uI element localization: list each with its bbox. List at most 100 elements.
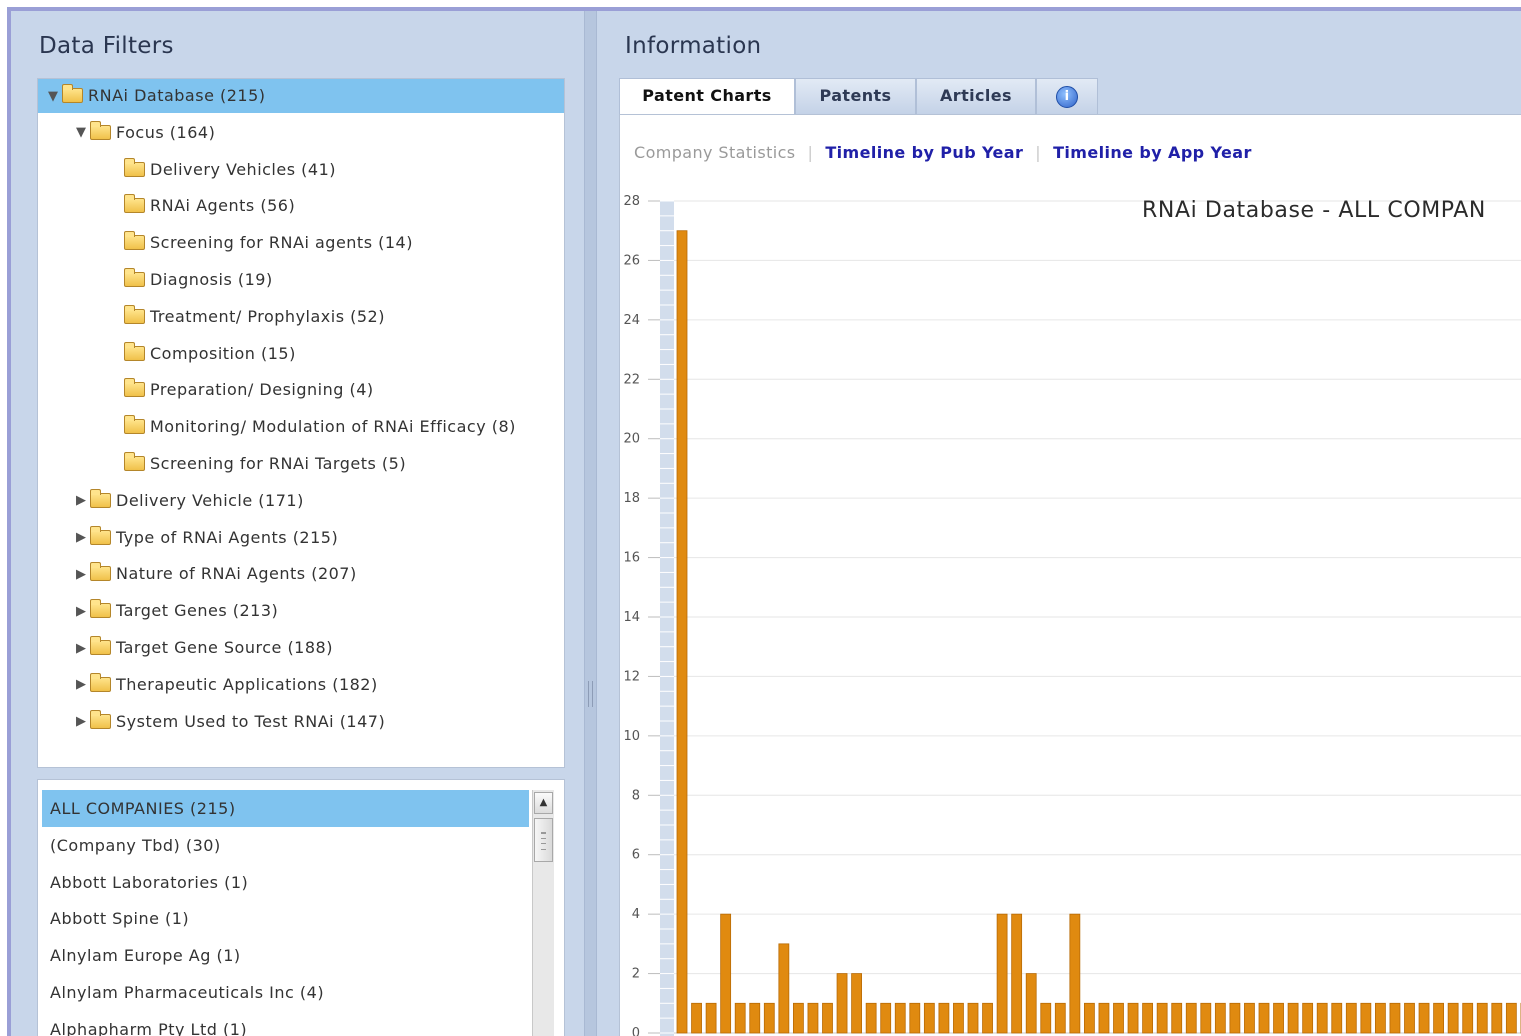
expand-down-icon[interactable]: ▼ — [48, 80, 62, 114]
tree-node[interactable]: ▶ System Used to Test RNAi (147) — [76, 705, 385, 739]
expand-right-icon[interactable]: ▶ — [76, 595, 90, 629]
tab-info[interactable]: i — [1036, 78, 1098, 114]
tree-node-label: Target Gene Source (188) — [116, 638, 333, 657]
chart-bar — [880, 1002, 892, 1034]
expand-right-icon[interactable]: ▶ — [76, 668, 90, 702]
info-icon: i — [1056, 85, 1078, 108]
chart-bar — [1156, 1002, 1168, 1034]
y-tick-label: 10 — [623, 729, 640, 744]
folder-icon — [124, 378, 145, 398]
folder-icon — [124, 304, 145, 324]
tree-node[interactable]: RNAi Agents (56) — [124, 189, 295, 223]
chart-bar — [1214, 1002, 1226, 1034]
tree-node[interactable]: Treatment/ Prophylaxis (52) — [124, 300, 385, 334]
company-list-item[interactable]: ALL COMPANIES (215) — [42, 790, 529, 827]
y-tick-label: 2 — [632, 967, 640, 982]
chart-bar — [1476, 1002, 1488, 1034]
tree-node[interactable]: Preparation/ Designing (4) — [124, 373, 374, 407]
chart-bar — [836, 973, 848, 1034]
filter-tree: ▼ RNAi Database (215) ▼ Focus (164) Delivery… — [37, 78, 565, 768]
folder-icon — [124, 415, 145, 435]
chart-bar — [1273, 1002, 1284, 1034]
chart-bar — [1025, 973, 1037, 1034]
chart-bar — [763, 1002, 775, 1034]
company-list-item[interactable]: (Company Tbd) (30) — [38, 827, 538, 864]
scrollbar-thumb[interactable] — [534, 818, 553, 862]
tree-node-label: Screening for RNAi Targets (5) — [150, 454, 407, 473]
y-tick-label: 4 — [632, 907, 640, 922]
information-title: Information — [625, 33, 762, 59]
tree-node[interactable]: ▶ Type of RNAi Agents (215) — [76, 521, 338, 555]
tree-node-label: Type of RNAi Agents (215) — [116, 527, 339, 547]
tab-content: Company Statistics | Timeline by Pub Year |… — [619, 114, 1521, 1036]
chart-bar — [1447, 1002, 1459, 1034]
expand-right-icon[interactable]: ▶ — [76, 484, 90, 518]
company-list-item[interactable]: Alphapharm Pty Ltd (1) — [38, 1011, 538, 1036]
tree-node[interactable]: ▶ Therapeutic Applications (182) — [76, 668, 378, 702]
folder-icon — [124, 194, 145, 214]
tree-node-label: Delivery Vehicle (171) — [116, 490, 304, 510]
tab-patent-charts[interactable]: Patent Charts — [619, 78, 795, 116]
tree-node[interactable]: Composition (15) — [124, 337, 296, 371]
expand-right-icon[interactable]: ▶ — [76, 558, 90, 592]
tree-node-label: RNAi Agents (56) — [150, 196, 296, 216]
tree-node[interactable]: ▶ Nature of RNAi Agents (207) — [76, 557, 357, 591]
chart-bar — [705, 1002, 717, 1034]
tree-node[interactable]: ▶ Delivery Vehicle (171) — [76, 484, 304, 518]
tree-node-label: Treatment/ Prophylaxis (52) — [150, 306, 385, 326]
company-statistics-link[interactable]: Company Statistics — [634, 143, 796, 162]
data-filters-title: Data Filters — [39, 33, 174, 59]
company-list-item[interactable]: Abbott Laboratories (1) — [38, 864, 538, 901]
tree-node[interactable]: Diagnosis (19) — [124, 263, 273, 297]
chart-bar — [1244, 1002, 1255, 1034]
folder-icon — [90, 709, 111, 729]
tree-node[interactable]: ▶ Target Genes (213) — [76, 594, 278, 628]
tree-node[interactable]: Delivery Vehicles (41) — [124, 153, 336, 187]
tree-node[interactable]: ▼ Focus (164) — [76, 116, 215, 150]
tree-node-label: Focus (164) — [116, 122, 216, 142]
folder-icon — [124, 341, 145, 361]
company-list-item[interactable]: Abbott Spine (1) — [38, 900, 538, 937]
tree-node[interactable]: Screening for RNAi Targets (5) — [124, 447, 406, 481]
tree-node[interactable]: ▶ Target Gene Source (188) — [76, 631, 333, 665]
timeline-by-pub-year-link[interactable]: Timeline by Pub Year — [825, 143, 1023, 162]
chart-bar — [1127, 1002, 1139, 1034]
expand-right-icon[interactable]: ▶ — [76, 632, 90, 666]
y-tick-label: 28 — [623, 194, 640, 209]
chart-bar — [923, 1002, 935, 1034]
chart-subnav: Company Statistics | Timeline by Pub Year |… — [634, 143, 1252, 162]
timeline-by-app-year-link[interactable]: Timeline by App Year — [1053, 143, 1252, 162]
chart-bar — [1185, 1002, 1197, 1034]
splitter-grip[interactable] — [588, 681, 593, 707]
company-list-item[interactable]: Alnylam Europe Ag (1) — [38, 937, 538, 974]
y-tick-label: 26 — [623, 253, 640, 268]
expand-down-icon[interactable]: ▼ — [76, 116, 90, 150]
chart-bar — [1375, 1002, 1386, 1034]
tab-patents[interactable]: Patents — [795, 78, 916, 114]
scroll-up-arrow-icon[interactable]: ▲ — [534, 792, 553, 814]
chart-bar — [1302, 1002, 1314, 1034]
folder-icon — [90, 525, 111, 545]
tree-node-label: Delivery Vehicles (41) — [150, 159, 336, 179]
chart-bar — [1098, 1002, 1110, 1034]
expand-right-icon[interactable]: ▶ — [76, 705, 90, 739]
company-list-item[interactable]: Alnylam Pharmaceuticals Inc (4) — [38, 974, 538, 1011]
panel-splitter[interactable] — [584, 11, 597, 1036]
tab-articles[interactable]: Articles — [916, 78, 1036, 114]
y-tick-label: 6 — [632, 848, 640, 863]
subnav-separator: | — [1035, 143, 1042, 162]
chart-bar — [676, 230, 688, 1034]
expand-right-icon[interactable]: ▶ — [76, 521, 90, 555]
tree-node[interactable]: Monitoring/ Modulation of RNAi Efficacy … — [124, 410, 516, 444]
folder-icon — [124, 268, 145, 287]
y-tick-label: 14 — [623, 610, 640, 625]
tree-node[interactable]: ▼ RNAi Database (215) — [38, 79, 564, 113]
chart-bar — [749, 1002, 761, 1034]
folder-icon — [90, 599, 111, 619]
chart-bar — [792, 1002, 804, 1034]
tree-node[interactable]: Screening for RNAi agents (14) — [124, 226, 413, 260]
company-list-scrollbar[interactable]: ▲ — [532, 790, 554, 1036]
y-tick-label: 18 — [623, 491, 640, 506]
information-panel: Information Patent Charts Patents Articl… — [597, 11, 1521, 1036]
chart-bar — [1331, 1002, 1343, 1034]
